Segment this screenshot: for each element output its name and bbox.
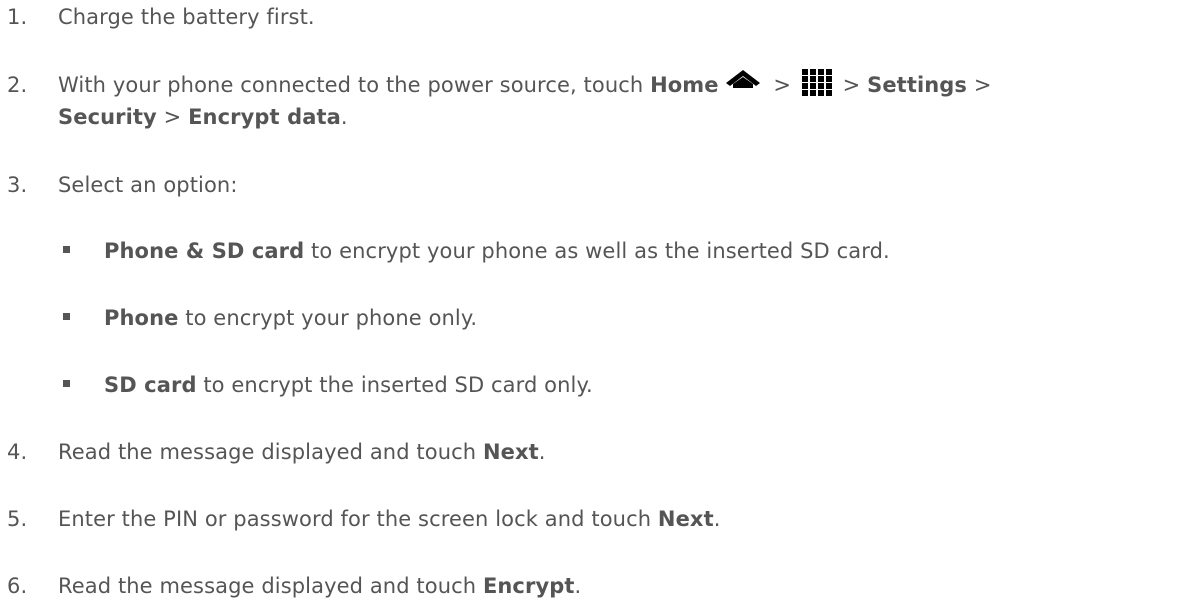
step-text: Read the message displayed and touch Nex…: [58, 439, 546, 465]
punctuation: .: [340, 105, 348, 129]
step-text: Charge the battery first.: [58, 5, 315, 29]
option-description: to encrypt the inserted SD card only.: [196, 373, 593, 397]
step-number: 3.: [7, 173, 28, 197]
step-number: 1.: [7, 5, 28, 29]
option-label: Phone: [104, 306, 179, 330]
step-number: 5.: [7, 507, 28, 531]
separator: >: [835, 73, 868, 97]
step-text-part: Read the message displayed and touch: [58, 440, 483, 464]
step-number: 4.: [7, 440, 28, 464]
step-number: 2.: [7, 73, 28, 97]
step-text: With your phone connected to the power s…: [58, 69, 992, 100]
apps-grid-icon: [801, 69, 832, 96]
security-label: Security: [58, 105, 157, 129]
bullet-icon: [63, 380, 70, 387]
step-text-part: Read the message displayed and touch: [58, 574, 483, 598]
option-label: SD card: [104, 373, 197, 397]
step-number: 6.: [7, 574, 28, 598]
step-text-part: Enter the PIN or password for the screen…: [58, 507, 658, 531]
option-label: Phone & SD card: [104, 239, 305, 263]
step-text: Security > Encrypt data.: [58, 104, 348, 130]
instruction-document: 1. Charge the battery first. 2. With you…: [0, 0, 1177, 611]
option-description: to encrypt your phone only.: [178, 306, 478, 330]
bullet-icon: [63, 313, 70, 320]
option-text: SD card to encrypt the inserted SD card …: [104, 372, 593, 398]
step-text-part: With your phone connected to the power s…: [58, 73, 651, 97]
bullet-icon: [63, 246, 70, 253]
separator: >: [766, 73, 798, 97]
encrypt-label: Encrypt: [482, 574, 575, 598]
home-label: Home: [650, 73, 719, 97]
separator: >: [967, 73, 992, 97]
next-label: Next: [657, 507, 714, 531]
settings-label: Settings: [867, 73, 968, 97]
next-label: Next: [482, 440, 539, 464]
separator: >: [156, 105, 189, 129]
option-description: to encrypt your phone as well as the ins…: [304, 239, 890, 263]
step-text: Select an option:: [58, 173, 238, 197]
punctuation: .: [538, 440, 546, 464]
home-icon: [725, 70, 760, 88]
step-text: Read the message displayed and touch Enc…: [58, 573, 581, 599]
option-text: Phone to encrypt your phone only.: [104, 305, 477, 331]
punctuation: .: [574, 574, 582, 598]
encrypt-data-label: Encrypt data: [188, 105, 341, 129]
punctuation: .: [713, 507, 721, 531]
step-text: Enter the PIN or password for the screen…: [58, 506, 721, 532]
option-text: Phone & SD card to encrypt your phone as…: [104, 238, 890, 264]
